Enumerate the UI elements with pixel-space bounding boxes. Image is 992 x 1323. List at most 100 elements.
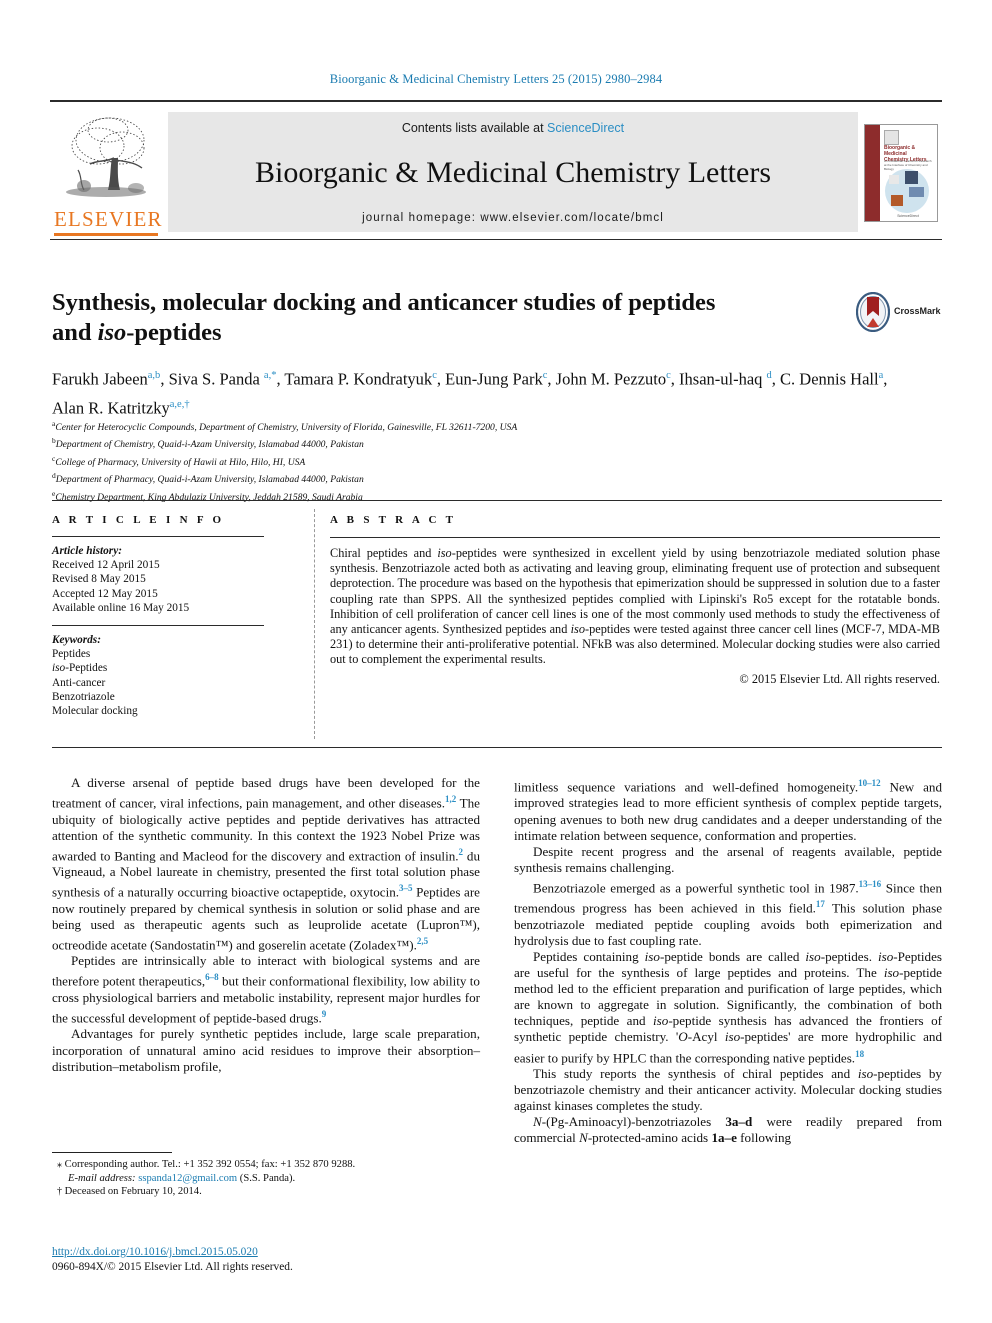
author-affiliation-mark: a: [878, 370, 884, 381]
email-owner: (S.S. Panda).: [239, 1172, 296, 1184]
affiliation-item: bDepartment of Chemistry, Quaid-i-Azam U…: [52, 436, 364, 451]
author-name: Alan R. Katritzky: [52, 398, 170, 417]
body-column-left: A diverse arsenal of peptide based drugs…: [52, 775, 480, 1075]
cover-graphic-3: [891, 195, 903, 206]
keyword-item: Peptides: [52, 648, 91, 661]
author-affiliation-mark: c: [432, 370, 437, 381]
deceased-note: † Deceased on February 10, 2014.: [52, 1185, 480, 1199]
issn-copyright: 0960-894X/© 2015 Elsevier Ltd. All right…: [52, 1261, 293, 1273]
author-name: Ihsan-ul-haq: [679, 369, 767, 389]
abstract-heading: A B S T R A C T: [330, 514, 457, 526]
keyword-item: iso-Peptides: [52, 662, 108, 675]
author-list: Farukh Jabeena,b, Siva S. Panda a,*, Tam…: [52, 369, 888, 418]
affiliation-item: aCenter for Heterocyclic Compounds, Depa…: [52, 419, 518, 434]
article-title-line2-post: -peptides: [126, 319, 222, 346]
journal-masthead: ELSEVIER Contents lists available at Sci…: [50, 100, 942, 240]
elsevier-tree-icon: [66, 117, 146, 197]
body-paragraph: N-(Pg-Aminoacyl)-benzotriazoles 3a–d wer…: [514, 1114, 943, 1146]
journal-cover-thumbnail[interactable]: Bioorganic & Medicinal Chemistry Letters…: [864, 110, 942, 234]
body-paragraph: limitless sequence variations and well-d…: [514, 778, 943, 843]
article-info-column: A R T I C L E I N F O Article history: R…: [52, 514, 300, 718]
cover-publisher-badge-icon: [884, 130, 899, 145]
author-affiliation-mark: a,*: [263, 370, 277, 381]
history-item: Revised 8 May 2015: [52, 573, 146, 586]
contents-prefix: Contents lists available at: [401, 121, 548, 135]
crossmark-label: CrossMark: [894, 306, 941, 316]
body-paragraph: Peptides are intrinsically able to inter…: [52, 953, 480, 1026]
masthead-center-panel: Contents lists available at ScienceDirec…: [168, 112, 858, 232]
corresponding-mark: ⁎: [57, 1159, 62, 1170]
author-name: Eun-Jung Park: [445, 369, 543, 389]
cover-spine: [865, 125, 880, 221]
keyword-items: Peptides iso-Peptides Anti-cancer Benzotria…: [52, 647, 300, 718]
cover-graphic-2: [909, 187, 924, 197]
cover-graphic-4: [889, 175, 899, 184]
journal-cover-image: Bioorganic & Medicinal Chemistry Letters…: [864, 124, 938, 222]
deceased-text: Deceased on February 10, 2014.: [64, 1186, 202, 1198]
body-paragraph: Peptides containing iso-peptide bonds ar…: [514, 949, 942, 1065]
author-affiliation-mark: d: [766, 370, 772, 381]
crossmark-icon: [856, 292, 890, 332]
history-item: Accepted 12 May 2015: [52, 587, 158, 600]
info-abstract-band: A R T I C L E I N F O Article history: R…: [52, 500, 942, 748]
affiliation-item: cCollege of Pharmacy, University of Hawi…: [52, 453, 306, 469]
affiliation-item: dDepartment of Pharmacy, Quaid-i-Azam Un…: [52, 471, 364, 486]
abstract-text: Chiral peptides and iso-peptides were sy…: [330, 546, 940, 667]
author-affiliation-mark: c: [666, 370, 671, 381]
history-item: Received 12 April 2015: [52, 559, 160, 572]
body-paragraph: Advantages for purely synthetic peptides…: [52, 1026, 480, 1074]
keywords-rule: [52, 625, 264, 627]
history-item: Available online 16 May 2015: [52, 601, 190, 614]
email-label: E-mail address:: [68, 1172, 136, 1184]
title-block: Synthesis, molecular docking and antican…: [52, 288, 842, 348]
contents-available-line: Contents lists available at ScienceDirec…: [178, 121, 848, 135]
abstract-copyright: © 2015 Elsevier Ltd. All rights reserved…: [739, 671, 940, 686]
elsevier-wordmark: ELSEVIER: [54, 207, 162, 236]
body-column-right: limitless sequence variations and well-d…: [514, 775, 942, 1147]
author-name: Farukh Jabeen: [52, 369, 148, 389]
keyword-item: Benzotriazole: [52, 690, 115, 703]
footnote-rule: [52, 1152, 172, 1153]
article-history-block: Article history: Received 12 April 2015 R…: [52, 544, 300, 615]
sciencedirect-link[interactable]: ScienceDirect: [547, 121, 624, 135]
keywords-block: Keywords: Peptides iso-Peptides Anti-cance…: [52, 633, 300, 718]
body-paragraph: Despite recent progress and the arsenal …: [514, 843, 942, 875]
corresponding-author-note: ⁎ Corresponding author. Tel.: +1 352 392…: [52, 1158, 480, 1185]
journal-title: Bioorganic & Medicinal Chemistry Letters: [254, 155, 771, 189]
deceased-mark: †: [57, 1186, 62, 1198]
footer-block: http://dx.doi.org/10.1016/j.bmcl.2015.05…: [52, 1245, 522, 1275]
footnote-block: ⁎ Corresponding author. Tel.: +1 352 392…: [52, 1152, 480, 1199]
corresponding-text: Corresponding author. Tel.: +1 352 392 0…: [64, 1159, 356, 1170]
article-title-line2-pre: and: [52, 319, 98, 346]
author-name: Tamara P. Kondratyuk: [284, 369, 433, 389]
author-affiliation-mark: c: [542, 370, 548, 381]
cover-graphic-1: [905, 171, 918, 184]
running-head: Bioorganic & Medicinal Chemistry Letters…: [329, 72, 663, 86]
elsevier-logo: ELSEVIER: [50, 106, 162, 238]
band-divider: [314, 509, 315, 739]
author-name: C. Dennis Hall: [780, 369, 879, 389]
article-info-rule: [52, 536, 264, 537]
author-name: Siva S. Panda: [168, 369, 264, 389]
affiliation-list: aCenter for Heterocyclic Compounds, Depa…: [52, 417, 752, 504]
body-paragraph: Benzotriazole emerged as a powerful synt…: [514, 878, 942, 948]
journal-article-page: Bioorganic & Medicinal Chemistry Letters…: [0, 0, 992, 1323]
doi-link[interactable]: http://dx.doi.org/10.1016/j.bmcl.2015.05…: [52, 1245, 522, 1260]
article-title-line2-em: iso: [97, 319, 127, 346]
crossmark-badge[interactable]: CrossMark: [856, 292, 944, 336]
keyword-item: Anti-cancer: [52, 676, 106, 689]
history-items: Received 12 April 2015 Revised 8 May 2015…: [52, 558, 300, 615]
author-name: John M. Pezzuto: [555, 369, 667, 389]
article-title-line1: Synthesis, molecular docking and antican…: [52, 289, 716, 316]
body-paragraph: This study reports the synthesis of chir…: [514, 1066, 942, 1114]
abstract-rule: [330, 537, 940, 538]
email-link[interactable]: sspanda12@gmail.com: [138, 1173, 237, 1184]
keywords-label: Keywords:: [52, 634, 101, 647]
journal-homepage-line[interactable]: journal homepage: www.elsevier.com/locat…: [178, 212, 848, 224]
author-affiliation-mark: a,b: [147, 370, 161, 381]
article-title: Synthesis, molecular docking and antican…: [52, 288, 842, 348]
cover-footer: ScienceDirect: [897, 214, 919, 218]
author-affiliation-mark: a,e,†: [169, 398, 190, 410]
body-paragraph: A diverse arsenal of peptide based drugs…: [52, 775, 480, 953]
abstract-column: A B S T R A C T Chiral peptides and iso-…: [330, 514, 940, 687]
